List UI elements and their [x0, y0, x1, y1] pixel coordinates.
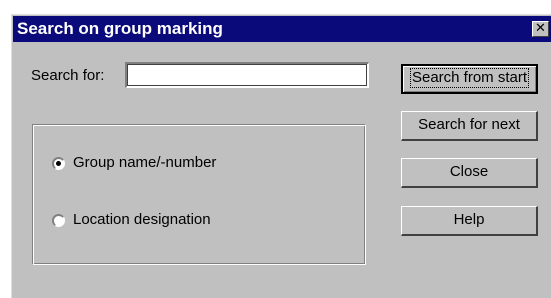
search-for-next-button[interactable]: Search for next: [401, 111, 538, 141]
close-icon: ✕: [535, 21, 546, 36]
search-dialog: Search on group marking ✕ Search for: Gr…: [11, 14, 551, 298]
radio-location-designation[interactable]: [52, 214, 65, 227]
dialog-title: Search on group marking: [17, 19, 223, 38]
radio-group-name-label[interactable]: Group name/-number: [73, 154, 216, 171]
radio-location-designation-label[interactable]: Location designation: [73, 211, 211, 228]
title-bar[interactable]: Search on group marking ✕: [13, 16, 551, 42]
search-input[interactable]: [125, 62, 369, 88]
search-for-label: Search for:: [31, 67, 105, 84]
search-from-start-label: Search from start: [409, 68, 530, 88]
help-button[interactable]: Help: [401, 206, 538, 236]
title-close-button[interactable]: ✕: [532, 21, 549, 37]
search-from-start-button[interactable]: Search from start: [401, 64, 538, 94]
radio-group-name[interactable]: [52, 157, 65, 170]
search-options-group: [32, 124, 366, 265]
close-button[interactable]: Close: [401, 158, 538, 188]
radio-selected-dot: [56, 161, 61, 166]
